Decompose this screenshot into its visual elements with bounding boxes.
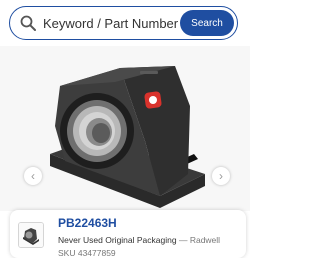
- product-thumbnail: [18, 222, 44, 248]
- search-bar[interactable]: Keyword / Part Number / SKU Search: [9, 6, 238, 40]
- bearing-product-photo: [50, 66, 205, 208]
- part-number: PB22463H: [58, 216, 117, 230]
- search-input[interactable]: Keyword / Part Number / SKU: [43, 16, 180, 31]
- product-image-gallery[interactable]: ‹ ›: [0, 46, 250, 211]
- previous-image-arrow-icon[interactable]: ‹: [24, 167, 42, 185]
- condition-text: Never Used Original Packaging — Radwell: [58, 235, 220, 245]
- next-image-arrow-icon[interactable]: ›: [212, 167, 230, 185]
- search-button[interactable]: Search: [180, 10, 234, 36]
- seller-separator: —: [176, 235, 190, 245]
- seller-name: Radwell: [189, 235, 221, 245]
- product-summary-card[interactable]: PB22463H Never Used Original Packaging —…: [10, 210, 246, 258]
- search-icon: [20, 15, 36, 31]
- condition-label: Never Used Original Packaging: [58, 235, 177, 245]
